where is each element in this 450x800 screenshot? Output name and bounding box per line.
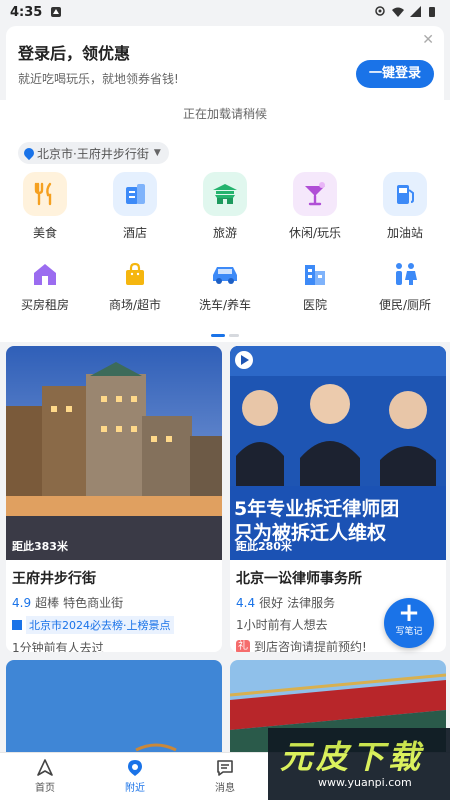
- nearby-pin-icon: [128, 760, 142, 776]
- status-icons: [374, 6, 440, 18]
- category-label: 旅游: [212, 226, 237, 240]
- poi-title: 北京一讼律师事务所: [236, 571, 362, 587]
- rank-tag[interactable]: 北京市2024必去榜·上榜景点: [26, 616, 174, 634]
- watermark-logo: 元皮下载 www.yuanpi.com: [268, 728, 450, 800]
- write-note-label: 写笔记: [395, 627, 423, 637]
- category-label: 酒店: [122, 226, 147, 240]
- shopping-bag-icon: [113, 256, 157, 292]
- category-food[interactable]: 美食: [0, 172, 90, 241]
- poi-info: 王府井步行街 4.9 超棒 特色商业街 北京市2024必去榜·上榜景点 1分钟前…: [6, 560, 222, 652]
- hotel-icon: [113, 172, 157, 216]
- category-label: 医院: [302, 298, 327, 312]
- category-housing[interactable]: 买房租房: [0, 256, 90, 313]
- category-label: 美食: [32, 226, 57, 240]
- gift-badge: 礼: [236, 639, 250, 652]
- location-label: 北京市·王府井步行街: [37, 146, 149, 161]
- category-hotel[interactable]: 酒店: [90, 172, 180, 241]
- location-selector[interactable]: 北京市·王府井步行街 ▼: [18, 142, 169, 164]
- category-gas-station[interactable]: 加油站: [360, 172, 450, 241]
- car-icon: [203, 256, 247, 292]
- message-icon: [217, 760, 233, 776]
- wifi-icon: [392, 6, 404, 18]
- category-restroom[interactable]: 便民/厕所: [360, 256, 450, 313]
- poi-photo: 5年专业拆迁律师团 只为被拆迁人维权 距此280米: [230, 346, 446, 560]
- tab-label: 首页: [35, 783, 55, 794]
- distance-label: 距此280米: [236, 540, 292, 553]
- rating-text: 超棒: [35, 596, 60, 610]
- login-banner: 登录后，领优惠 就近吃喝玩乐，就地领券省钱! 一键登录 ✕: [6, 26, 444, 100]
- poi-card[interactable]: 距此383米 王府井步行街 4.9 超棒 特色商业街 北京市2024必去榜·上榜…: [6, 346, 222, 652]
- food-icon: [23, 172, 67, 216]
- rating-row: 4.9 超棒 特色商业街: [12, 594, 216, 611]
- category-row-primary: 美食 酒店 旅游 休闲/玩乐 加油站: [0, 172, 450, 241]
- category-leisure[interactable]: 休闲/玩乐: [270, 172, 360, 241]
- category-label: 休闲/玩乐: [288, 226, 342, 240]
- page-dot: [229, 334, 239, 337]
- signal-icon: [410, 6, 422, 18]
- tab-nearby[interactable]: 附近: [90, 753, 180, 800]
- poi-category: 法律服务: [287, 596, 336, 610]
- poi-category: 特色商业街: [63, 596, 124, 610]
- status-bar: 4:35: [0, 0, 450, 24]
- rating-score: 4.9: [12, 595, 32, 610]
- app-screen: 4:35 登录后，领优惠 就近吃喝玩乐，就地领券省钱! 一键登录 ✕ 正在加载请…: [0, 0, 450, 800]
- category-label: 便民/厕所: [378, 298, 432, 312]
- travel-icon: [203, 172, 247, 216]
- category-row-secondary: 买房租房 商场/超市 洗车/养车 医院 便民/厕所: [0, 256, 450, 313]
- distance-label: 距此383米: [12, 540, 68, 553]
- category-travel[interactable]: 旅游: [180, 172, 270, 241]
- battery-icon: [428, 6, 440, 18]
- watermark-text: 元皮下载: [280, 738, 425, 776]
- category-mall[interactable]: 商场/超市: [90, 256, 180, 313]
- location-pin-icon: [21, 145, 37, 161]
- tab-messages[interactable]: 消息: [180, 753, 270, 800]
- category-panel: 北京市·王府井步行街 ▼ 美食 酒店 旅游 休闲/玩乐 加油站 买房租房 商场/…: [0, 130, 450, 342]
- caret-down-icon: ▼: [153, 148, 161, 158]
- leisure-icon: [293, 172, 337, 216]
- poi-photo: [6, 660, 222, 760]
- poi-photo: 距此383米: [6, 346, 222, 560]
- tab-label: 附近: [125, 783, 145, 794]
- status-time: 4:35: [10, 4, 43, 20]
- category-label: 商场/超市: [108, 298, 162, 312]
- category-car-wash[interactable]: 洗车/养车: [180, 256, 270, 313]
- restroom-icon: [383, 256, 427, 292]
- tab-home[interactable]: 首页: [0, 753, 90, 800]
- rating-text: 很好: [259, 596, 284, 610]
- promo-text: 到店咨询请提前预约!: [254, 640, 367, 652]
- rating-score: 4.4: [236, 595, 256, 610]
- loading-text: 正在加载请稍候: [0, 100, 450, 130]
- category-hospital[interactable]: 医院: [270, 256, 360, 313]
- close-icon[interactable]: ✕: [422, 32, 434, 48]
- location-status-icon: [374, 6, 386, 18]
- activity-text: 1分钟前有人去过: [12, 641, 104, 652]
- rank-row: 北京市2024必去榜·上榜景点: [12, 616, 216, 634]
- one-click-login-button[interactable]: 一键登录: [356, 60, 434, 88]
- category-label: 洗车/养车: [198, 298, 252, 312]
- poi-card[interactable]: [6, 660, 222, 760]
- hospital-icon: [293, 256, 337, 292]
- category-label: 加油站: [386, 226, 423, 240]
- page-dot-active: [211, 334, 225, 337]
- tab-label: 消息: [215, 783, 235, 794]
- write-note-button[interactable]: + 写笔记: [384, 598, 434, 648]
- poi-title: 王府井步行街: [12, 571, 96, 587]
- house-icon: [23, 256, 67, 292]
- gas-station-icon: [383, 172, 427, 216]
- page-indicator: [211, 334, 239, 337]
- navigate-icon: [37, 759, 53, 776]
- notification-icon: [50, 6, 62, 18]
- flag-icon: [12, 620, 22, 630]
- banner-line-1: 5年专业拆迁律师团: [234, 498, 400, 520]
- category-label: 买房租房: [20, 298, 69, 312]
- watermark-url: www.yuanpi.com: [318, 776, 412, 789]
